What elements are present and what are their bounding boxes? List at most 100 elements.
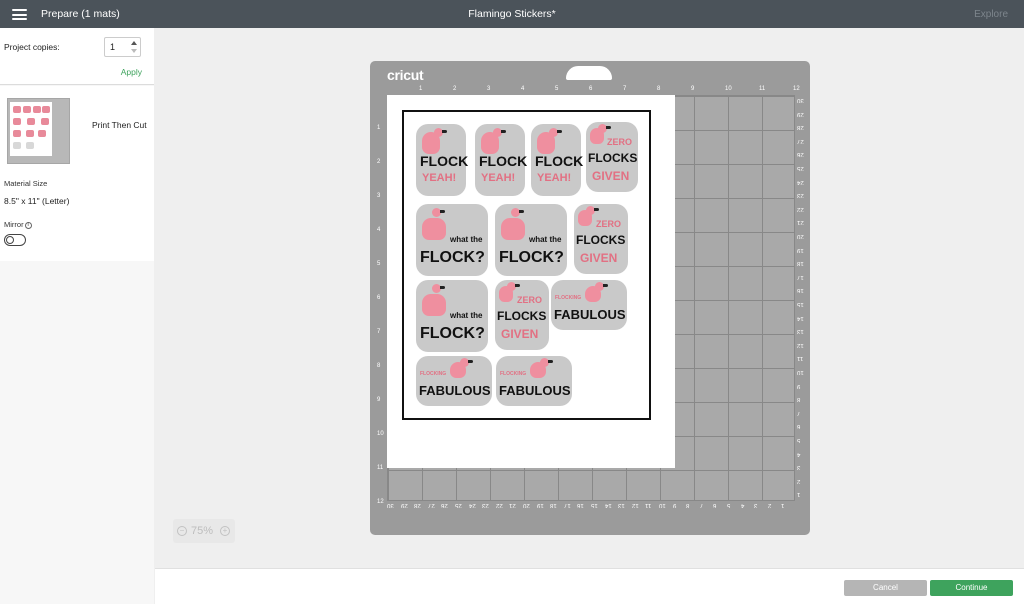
ruler-tick-label: 28 [414,502,421,508]
sticker-flocking-fabulous[interactable]: FLOCKING FABULOUS [416,356,492,406]
sticker-zero-flocks-given[interactable]: ZERO FLOCKS GIVEN [574,204,628,274]
ruler-tick-label: 15 [797,301,804,307]
sticker-what-the-flock[interactable]: what the FLOCK? [416,280,488,352]
left-panel: Project copies: 1 Apply Print Then Cut M… [0,28,154,604]
ruler-tick-label: 10 [797,369,804,375]
ruler-tick-label: 2 [377,159,381,165]
ruler-tick-label: 27 [427,502,435,508]
ruler-tick-label: 8 [686,502,690,508]
ruler-tick-label: 5 [797,437,801,443]
ruler-tick-label: 12 [631,502,639,508]
ruler-tick-label: 11 [645,502,652,508]
top-bar: Prepare (1 mats) Flamingo Stickers* Expl… [0,0,1024,28]
project-copies-section: Project copies: 1 Apply [0,28,154,85]
ruler-tick-label: 11 [797,355,804,362]
zoom-in-icon[interactable]: + [220,526,230,536]
info-icon[interactable]: i [24,222,32,229]
ruler-tick-label: 6 [797,423,801,430]
ruler-tick-label: 23 [482,502,489,508]
ruler-tick-label: 29 [400,502,408,508]
ruler-tick-label: 8 [377,363,381,369]
ruler-tick-label: 9 [797,382,801,389]
material-size-label: Material Size [4,179,48,188]
ruler-tick-label: 11 [377,465,384,471]
ruler-tick-label: 7 [699,502,704,508]
sticker-text-yeah: YEAH! [422,172,457,184]
sticker-text-given: GIVEN [592,169,630,183]
ruler-tick-label: 3 [377,193,381,199]
sticker-text-flock-question: FLOCK? [420,325,485,342]
zoom-out-icon[interactable]: − [177,526,187,536]
sticker-flock-yeah[interactable]: FLOCK YEAH! [531,124,583,196]
mirror-toggle[interactable] [4,234,26,246]
sticker-text-flock-question: FLOCK? [499,249,564,266]
project-copies-input[interactable]: 1 [104,37,141,57]
mat-thumbnail[interactable] [7,98,70,164]
ruler-tick-label: 11 [759,86,766,92]
toggle-knob [6,236,14,244]
ruler-tick-label: 14 [797,314,804,321]
sticker-text-flocks: FLOCKS [497,309,547,323]
ruler-tick-label: 25 [797,165,804,171]
ruler-tick-label: 7 [623,86,627,92]
sticker-flock-yeah[interactable]: FLOCK YEAH! [416,124,469,196]
ruler-left: 1 2 3 4 5 6 7 8 9 10 11 12 [375,95,387,505]
sticker-text-fabulous: FABULOUS [554,307,626,322]
sticker-text-zero: ZERO [596,219,622,229]
paper-sheet: FLOCK YEAH! FLOCK YEAH! FLOCK YEAH! ZERO… [387,95,675,468]
ruler-tick-label: 26 [797,151,804,158]
sticker-text-flock: FLOCK [420,153,469,169]
ruler-tick-label: 12 [793,86,800,92]
ruler-tick-label: 16 [797,287,804,294]
sticker-flocking-fabulous[interactable]: FLOCKING FABULOUS [551,280,627,330]
ruler-tick-label: 23 [797,192,804,199]
ruler-tick-label: 26 [441,502,449,508]
material-size-value[interactable]: 8.5" x 11" (Letter) [4,196,69,206]
apply-button[interactable]: Apply [121,67,142,77]
cricut-logo: cricut [387,67,424,83]
increment-icon[interactable] [131,41,137,45]
sticker-text-flocks: FLOCKS [588,151,638,165]
project-copies-value: 1 [110,42,116,52]
sticker-text-flock: FLOCK [479,153,528,169]
ruler-tick-label: 4 [377,227,381,233]
ruler-tick-label: 9 [377,397,381,403]
project-copies-label: Project copies: [4,42,60,52]
ruler-tick-label: 12 [797,341,804,348]
ruler-tick-label: 20 [523,502,530,508]
sticker-zero-flocks-given[interactable]: ZERO FLOCKS GIVEN [586,122,638,192]
ruler-tick-label: 18 [550,502,557,508]
ruler-tick-label: 18 [797,260,804,267]
ruler-tick-label: 17 [563,502,571,508]
ruler-tick-label: 1 [419,86,423,92]
sticker-flocking-fabulous[interactable]: FLOCKING FABULOUS [496,356,572,406]
ruler-tick-label: 21 [509,502,517,508]
decrement-icon[interactable] [131,49,137,53]
ruler-tick-label: 3 [754,502,758,508]
sticker-flock-yeah[interactable]: FLOCK YEAH! [475,124,528,196]
zoom-control: − 75% + [173,519,235,543]
sticker-what-the-flock[interactable]: what the FLOCK? [495,204,567,276]
mat-list: Print Then Cut Material Size 8.5" x 11" … [0,86,154,261]
ruler-tick-label: 12 [377,499,384,505]
ruler-tick-label: 2 [797,477,801,484]
ruler-top: 1 2 3 4 5 6 7 8 9 10 11 12 [387,85,800,95]
ruler-tick-label: 10 [725,86,732,92]
cancel-button[interactable]: Cancel [844,580,927,596]
sticker-text-flocking: FLOCKING [500,371,527,377]
explore-link[interactable]: Explore [974,9,1008,20]
ruler-tick-label: 17 [797,273,804,280]
sticker-text-yeah: YEAH! [537,172,572,184]
mirror-label-text: Mirror [4,220,24,229]
ruler-tick-label: 15 [591,502,598,508]
ruler-tick-label: 1 [377,125,381,131]
ruler-tick-label: 7 [797,409,801,416]
sticker-zero-flocks-given[interactable]: ZERO FLOCKS GIVEN [495,280,549,350]
ruler-tick-label: 20 [797,233,804,239]
continue-button[interactable]: Continue [930,580,1013,596]
ruler-tick-label: 30 [387,502,394,508]
ruler-tick-label: 4 [797,450,801,457]
ruler-tick-label: 3 [797,464,801,471]
sticker-what-the-flock[interactable]: what the FLOCK? [416,204,488,276]
ruler-tick-label: 9 [672,502,676,508]
